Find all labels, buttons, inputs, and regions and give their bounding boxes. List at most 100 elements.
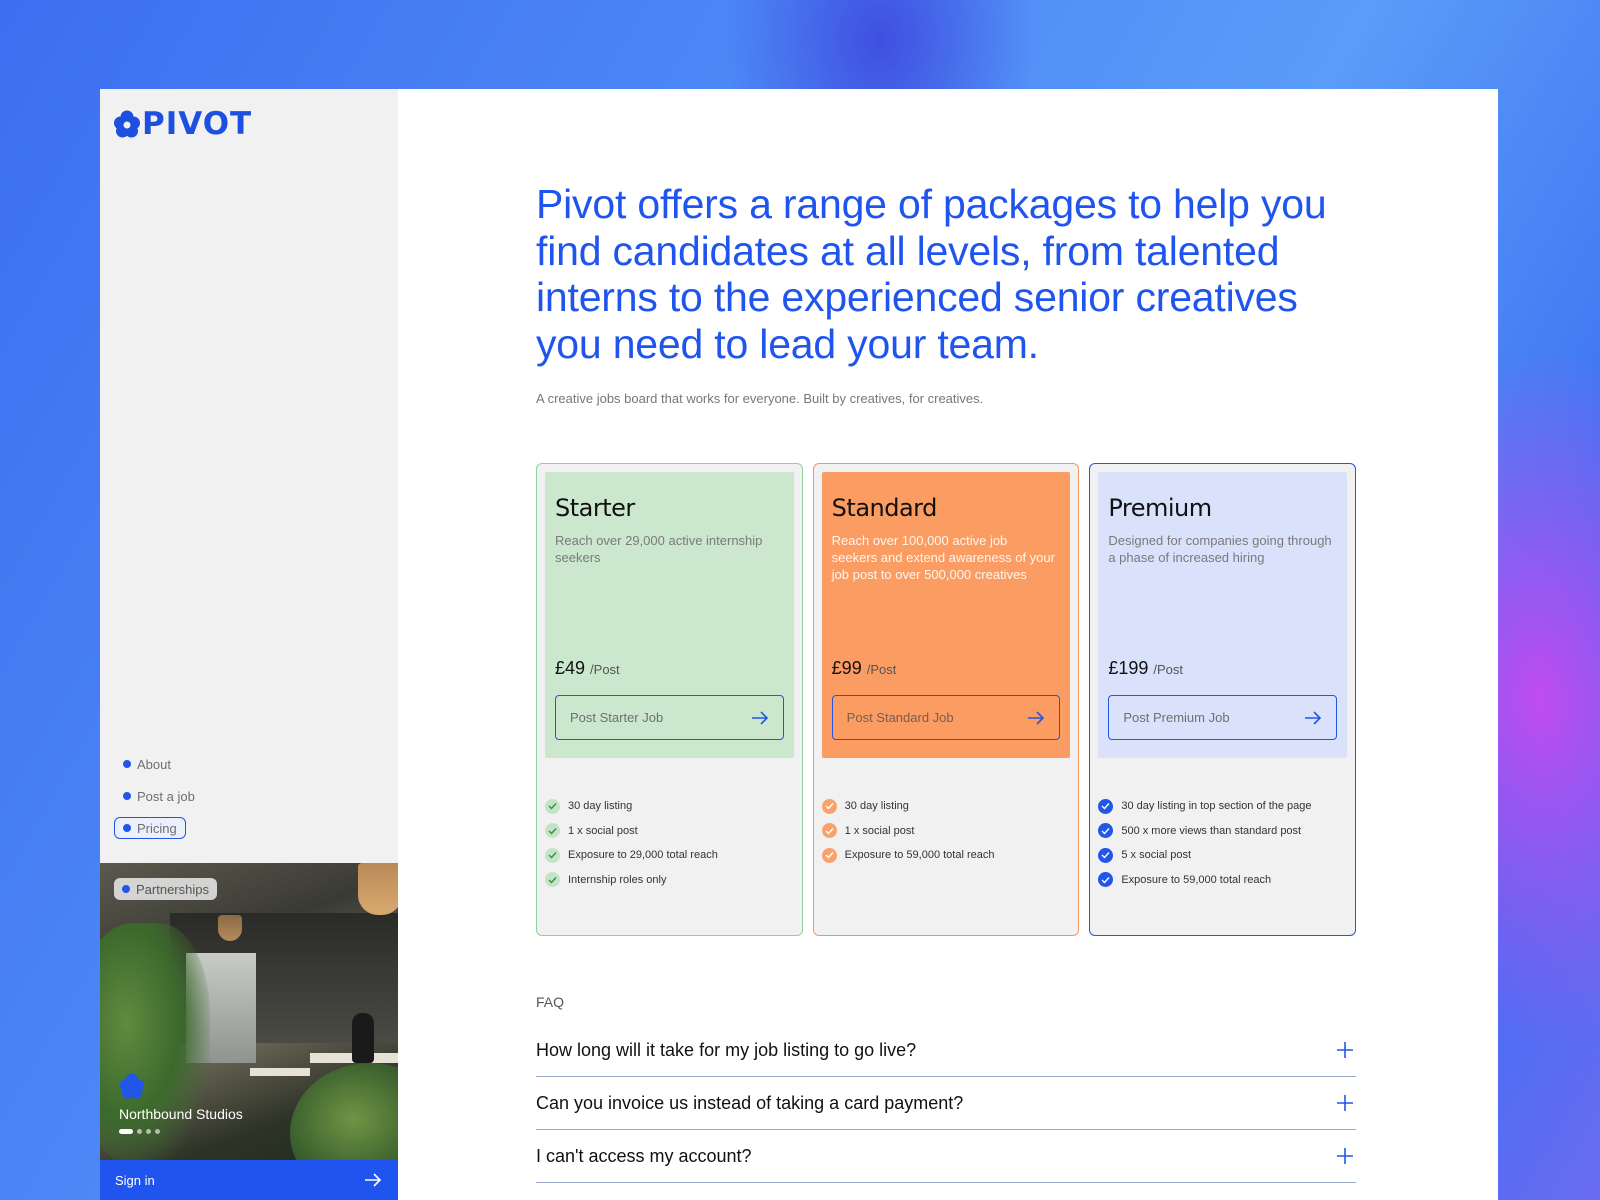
- promo-photo-plant: [100, 923, 210, 1160]
- feature-text: 1 x social post: [568, 824, 638, 837]
- nav-dot-icon: [123, 824, 131, 832]
- carousel-dot[interactable]: [137, 1129, 142, 1134]
- feature-text: 30 day listing: [844, 800, 909, 813]
- plus-icon[interactable]: [1336, 1147, 1354, 1165]
- price-amount: £199: [1108, 658, 1149, 678]
- faq-question: I can't access my account?: [536, 1145, 752, 1166]
- faq-item[interactable]: How long will it take for my job listing…: [536, 1024, 1356, 1077]
- arrow-right-icon: [1028, 710, 1045, 725]
- pricing-cards: Starter Reach over 29,000 active interns…: [536, 463, 1357, 936]
- plan-card-starter: Starter Reach over 29,000 active interns…: [536, 463, 803, 936]
- button-label: Post Standard Job: [846, 710, 954, 725]
- check-icon: [1098, 798, 1114, 814]
- carousel-dot[interactable]: [146, 1129, 151, 1134]
- app-frame: PIVOT About Post a job Pricing Partnersh…: [100, 89, 1498, 1200]
- check-icon: [545, 872, 560, 888]
- check-icon: [1098, 872, 1114, 888]
- nav-item-post-a-job[interactable]: Post a job: [114, 785, 204, 807]
- faq-item[interactable]: Can you invoice us instead of taking a c…: [536, 1077, 1356, 1130]
- nav-dot-icon: [123, 760, 131, 768]
- faq-heading: FAQ: [536, 994, 565, 1010]
- feature-item: Exposure to 59,000 total reach: [821, 843, 1071, 868]
- carousel-dot[interactable]: [119, 1129, 133, 1134]
- feature-text: 500 x more views than standard post: [1121, 824, 1302, 837]
- post-starter-job-button[interactable]: Post Starter Job: [555, 695, 784, 740]
- sign-in-button[interactable]: Sign in: [100, 1160, 398, 1200]
- partner-logo-icon: [119, 1073, 145, 1099]
- partner-promo-card[interactable]: Partnerships Northbound Studios: [100, 863, 398, 1160]
- feature-text: 5 x social post: [1121, 849, 1192, 862]
- plan-features: 30 day listing in top section of the pag…: [1098, 794, 1347, 892]
- feature-text: 30 day listing in top section of the pag…: [1121, 800, 1312, 813]
- badge-dot-icon: [122, 885, 130, 893]
- partnerships-badge[interactable]: Partnerships: [114, 878, 217, 900]
- nav-item-pricing[interactable]: Pricing: [114, 817, 186, 839]
- price-period: /Post: [1153, 662, 1184, 677]
- plan-header: Standard Reach over 100,000 active job s…: [821, 472, 1071, 758]
- feature-text: Exposure to 59,000 total reach: [844, 849, 995, 862]
- plus-icon[interactable]: [1336, 1094, 1354, 1112]
- feature-text: Exposure to 59,000 total reach: [1121, 873, 1272, 886]
- feature-text: Internship roles only: [568, 873, 667, 886]
- price-amount: £99: [831, 658, 862, 678]
- plan-title: Starter: [555, 494, 635, 522]
- feature-item: Internship roles only: [545, 868, 794, 893]
- promo-photo-person: [352, 1013, 374, 1063]
- plan-description: Reach over 100,000 active job seekers an…: [831, 533, 1055, 582]
- feature-item: 5 x social post: [1098, 843, 1347, 868]
- check-icon: [1098, 823, 1114, 839]
- arrow-right-icon: [751, 710, 768, 725]
- plan-description: Reach over 29,000 active internship seek…: [555, 533, 763, 565]
- check-icon: [1098, 847, 1114, 863]
- price-period: /Post: [590, 662, 620, 677]
- nav-item-label: About: [137, 756, 171, 772]
- plan-description: Designed for companies going through a p…: [1108, 533, 1332, 565]
- feature-item: 30 day listing in top section of the pag…: [1098, 794, 1347, 819]
- page-subtitle: A creative jobs board that works for eve…: [536, 391, 984, 406]
- price-period: /Post: [866, 662, 897, 677]
- feature-item: 30 day listing: [821, 794, 1071, 819]
- check-icon: [545, 847, 560, 863]
- plan-card-premium: Premium Designed for companies going thr…: [1089, 463, 1357, 936]
- logo[interactable]: PIVOT: [114, 109, 252, 140]
- partnerships-label: Partnerships: [136, 881, 209, 897]
- promo-photo-lamp: [218, 915, 242, 941]
- feature-item: 30 day listing: [545, 794, 794, 819]
- plan-header: Premium Designed for companies going thr…: [1098, 472, 1348, 758]
- carousel-dot[interactable]: [155, 1129, 160, 1134]
- sidebar: PIVOT About Post a job Pricing Partnersh…: [100, 89, 398, 1200]
- price-amount: £49: [555, 658, 586, 678]
- feature-text: Exposure to 29,000 total reach: [568, 849, 718, 862]
- arrow-right-icon: [365, 1173, 382, 1187]
- plan-features: 30 day listing 1 x social post Exposure …: [821, 794, 1071, 868]
- logo-wordmark: PIVOT: [142, 106, 253, 142]
- plan-price: £99 /Post: [832, 658, 897, 679]
- plan-title: Standard: [831, 494, 938, 522]
- nav-item-about[interactable]: About: [114, 753, 180, 775]
- feature-item: Exposure to 59,000 total reach: [1098, 868, 1347, 893]
- check-icon: [545, 823, 560, 839]
- button-label: Post Premium Job: [1123, 710, 1230, 725]
- plan-price: £49 /Post: [555, 658, 620, 679]
- faq-question: How long will it take for my job listing…: [536, 1039, 917, 1060]
- promo-photo-plant: [290, 1063, 398, 1160]
- check-icon: [821, 823, 837, 839]
- feature-text: 30 day listing: [568, 800, 633, 813]
- faq-item[interactable]: I can't access my account?: [536, 1130, 1356, 1183]
- feature-item: 500 x more views than standard post: [1098, 819, 1347, 844]
- plan-title: Premium: [1108, 494, 1212, 522]
- plan-card-standard: Standard Reach over 100,000 active job s…: [812, 463, 1080, 936]
- plan-features: 30 day listing 1 x social post Exposure …: [545, 794, 794, 892]
- faq-section: FAQ How long will it take for my job lis…: [536, 994, 1356, 1183]
- partner-company-name: Northbound Studios: [119, 1106, 243, 1122]
- plus-icon[interactable]: [1336, 1041, 1354, 1059]
- check-icon: [821, 847, 837, 863]
- carousel-dots[interactable]: [119, 1129, 160, 1134]
- feature-item: 1 x social post: [821, 819, 1071, 844]
- nav-item-label: Pricing: [137, 820, 177, 836]
- feature-text: 1 x social post: [844, 824, 915, 837]
- post-standard-job-button[interactable]: Post Standard Job: [831, 695, 1061, 740]
- feature-item: Exposure to 29,000 total reach: [545, 843, 794, 868]
- post-premium-job-button[interactable]: Post Premium Job: [1108, 695, 1338, 740]
- check-icon: [821, 798, 837, 814]
